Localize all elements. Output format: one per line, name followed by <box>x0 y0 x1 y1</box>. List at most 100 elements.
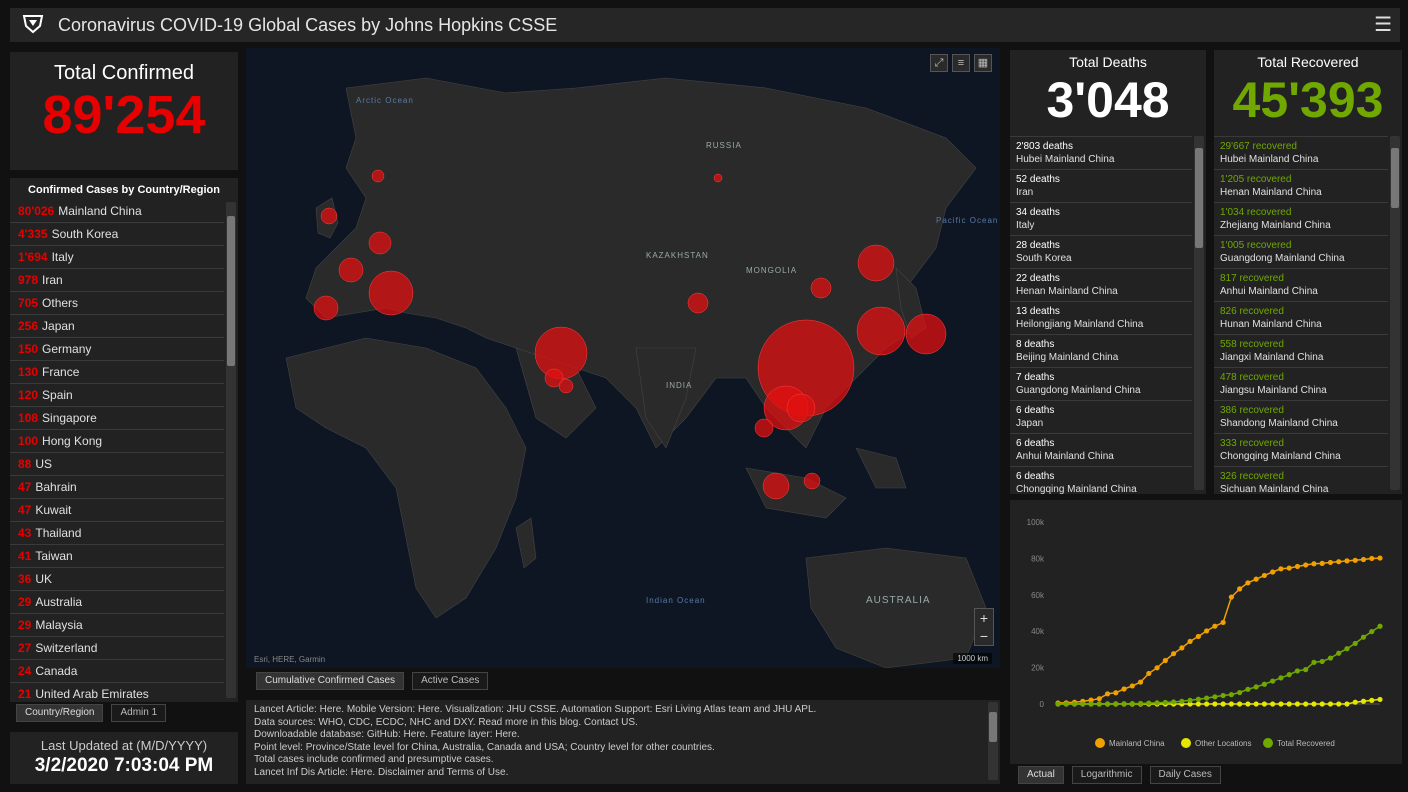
recovered-count: 326 recovered <box>1220 471 1284 482</box>
tab-cumulative-confirmed[interactable]: Cumulative Confirmed Cases <box>256 672 405 690</box>
country-name: Taiwan <box>35 549 73 563</box>
recovered-list-item[interactable]: 29'667 recovered Hubei Mainland China <box>1214 136 1388 169</box>
recovered-list-item[interactable]: 386 recovered Shandong Mainland China <box>1214 400 1388 433</box>
data-point <box>1352 557 1358 563</box>
country-row[interactable]: 130 France <box>10 361 224 384</box>
recovered-count: 478 recovered <box>1220 372 1284 383</box>
country-row[interactable]: 41 Taiwan <box>10 545 224 568</box>
tab-logarithmic[interactable]: Logarithmic <box>1071 766 1142 784</box>
deaths-scrollbar[interactable] <box>1194 136 1204 490</box>
recovered-list-item[interactable]: 817 recovered Anhui Mainland China <box>1214 268 1388 301</box>
data-point <box>1245 580 1251 586</box>
deaths-list-item[interactable]: 28 deaths South Korea <box>1010 235 1192 268</box>
country-row[interactable]: 43 Thailand <box>10 522 224 545</box>
data-point <box>1228 692 1234 698</box>
bubble-germany <box>338 257 364 283</box>
bubble-iran <box>534 326 588 380</box>
country-row[interactable]: 4'335 South Korea <box>10 223 224 246</box>
scrollbar-thumb[interactable] <box>989 712 997 742</box>
country-row[interactable]: 120 Spain <box>10 384 224 407</box>
tab-country-region[interactable]: Country/Region <box>16 704 104 722</box>
scrollbar-thumb[interactable] <box>1391 148 1399 208</box>
map-label-kazakhstan: KAZAKHSTAN <box>646 251 709 260</box>
zoom-out-button[interactable]: − <box>975 627 993 645</box>
country-count: 978 <box>18 273 39 287</box>
info-scrollbar[interactable] <box>988 702 998 780</box>
country-row[interactable]: 1'694 Italy <box>10 246 224 269</box>
deaths-list-item[interactable]: 7 deaths Guangdong Mainland China <box>1010 367 1192 400</box>
recovered-count: 558 recovered <box>1220 339 1284 350</box>
hamburger-menu-icon[interactable]: ☰ <box>1374 12 1392 37</box>
country-row[interactable]: 705 Others <box>10 292 224 315</box>
bubble-hong-kong <box>786 393 816 423</box>
deaths-list-item[interactable]: 22 deaths Henan Mainland China <box>1010 268 1192 301</box>
expand-icon[interactable]: ⤢ <box>930 54 948 72</box>
country-row[interactable]: 256 Japan <box>10 315 224 338</box>
deaths-list-item[interactable]: 2'803 deaths Hubei Mainland China <box>1010 136 1192 169</box>
data-point <box>1063 701 1069 707</box>
data-point <box>1195 696 1201 702</box>
country-row[interactable]: 150 Germany <box>10 338 224 361</box>
country-row[interactable]: 100 Hong Kong <box>10 430 224 453</box>
deaths-list-item[interactable]: 8 deaths Beijing Mainland China <box>1010 334 1192 367</box>
last-updated-value: 3/2/2020 7:03:04 PM <box>34 755 214 776</box>
world-map[interactable]: RUSSIA MONGOLIA KAZAKHSTAN INDIA AUSTRAL… <box>246 48 1000 668</box>
deaths-list-item[interactable]: 6 deaths Japan <box>1010 400 1192 433</box>
country-count: 130 <box>18 365 39 379</box>
tab-active-cases[interactable]: Active Cases <box>412 672 489 690</box>
zoom-in-button[interactable]: + <box>975 609 993 627</box>
country-count: 150 <box>18 342 39 356</box>
data-point <box>1319 560 1325 566</box>
data-point <box>1096 701 1102 707</box>
last-updated-panel: Last Updated at (M/D/YYYY) 3/2/2020 7:03… <box>10 732 238 784</box>
info-line: Downloadable database: GitHub: Here. Fea… <box>254 729 520 740</box>
country-row[interactable]: 36 UK <box>10 568 224 591</box>
recovered-list-item[interactable]: 326 recovered Sichuan Mainland China <box>1214 466 1388 494</box>
recovered-list-item[interactable]: 478 recovered Jiangsu Mainland China <box>1214 367 1388 400</box>
recovered-list-item[interactable]: 826 recovered Hunan Mainland China <box>1214 301 1388 334</box>
recovered-list-item[interactable]: 558 recovered Jiangxi Mainland China <box>1214 334 1388 367</box>
data-point <box>1187 638 1193 645</box>
deaths-list-item[interactable]: 52 deaths Iran <box>1010 169 1192 202</box>
grid-icon[interactable]: ▦ <box>974 54 992 72</box>
deaths-list-item[interactable]: 6 deaths Chongqing Mainland China <box>1010 466 1192 494</box>
recovered-scrollbar[interactable] <box>1390 136 1400 490</box>
scrollbar-thumb[interactable] <box>227 216 235 366</box>
country-row[interactable]: 80'026 Mainland China <box>10 200 224 223</box>
legend-marker <box>1181 738 1191 748</box>
scrollbar-thumb[interactable] <box>1195 148 1203 248</box>
recovered-list-item[interactable]: 333 recovered Chongqing Mainland China <box>1214 433 1388 466</box>
country-row[interactable]: 978 Iran <box>10 269 224 292</box>
recovered-list-item[interactable]: 1'005 recovered Guangdong Mainland China <box>1214 235 1388 268</box>
country-count: 100 <box>18 434 39 448</box>
deaths-list-item[interactable]: 34 deaths Italy <box>1010 202 1192 235</box>
data-point <box>1360 556 1367 563</box>
tab-daily-cases[interactable]: Daily Cases <box>1149 766 1221 784</box>
country-row[interactable]: 108 Singapore <box>10 407 224 430</box>
recovered-location: Jiangxi Mainland China <box>1220 352 1324 363</box>
recovered-list-item[interactable]: 1'205 recovered Henan Mainland China <box>1214 169 1388 202</box>
country-row[interactable]: 27 Switzerland <box>10 637 224 660</box>
recovered-list-item[interactable]: 1'034 recovered Zhejiang Mainland China <box>1214 202 1388 235</box>
tab-actual[interactable]: Actual <box>1018 766 1064 784</box>
country-row[interactable]: 47 Kuwait <box>10 499 224 522</box>
deaths-list-item[interactable]: 13 deaths Heilongjiang Mainland China <box>1010 301 1192 334</box>
country-row[interactable]: 47 Bahrain <box>10 476 224 499</box>
country-row[interactable]: 24 Canada <box>10 660 224 683</box>
deaths-list-item[interactable]: 6 deaths Anhui Mainland China <box>1010 433 1192 466</box>
map-canvas[interactable]: RUSSIA MONGOLIA KAZAKHSTAN INDIA AUSTRAL… <box>246 48 1000 668</box>
country-list-scrollbar[interactable] <box>226 202 236 698</box>
country-row[interactable]: 88 US <box>10 453 224 476</box>
country-row[interactable]: 21 United Arab Emirates <box>10 683 224 702</box>
country-name: South Korea <box>51 227 119 241</box>
data-point <box>1336 650 1342 656</box>
data-point <box>1327 701 1334 707</box>
deaths-location: Guangdong Mainland China <box>1016 385 1141 396</box>
legend-label: Other Locations <box>1195 739 1251 748</box>
tab-admin-1[interactable]: Admin 1 <box>111 704 167 722</box>
list-icon[interactable]: ≡ <box>952 54 970 72</box>
country-row[interactable]: 29 Australia <box>10 591 224 614</box>
country-row[interactable]: 29 Malaysia <box>10 614 224 637</box>
deaths-count: 52 deaths <box>1016 174 1060 185</box>
data-point <box>1369 555 1375 562</box>
